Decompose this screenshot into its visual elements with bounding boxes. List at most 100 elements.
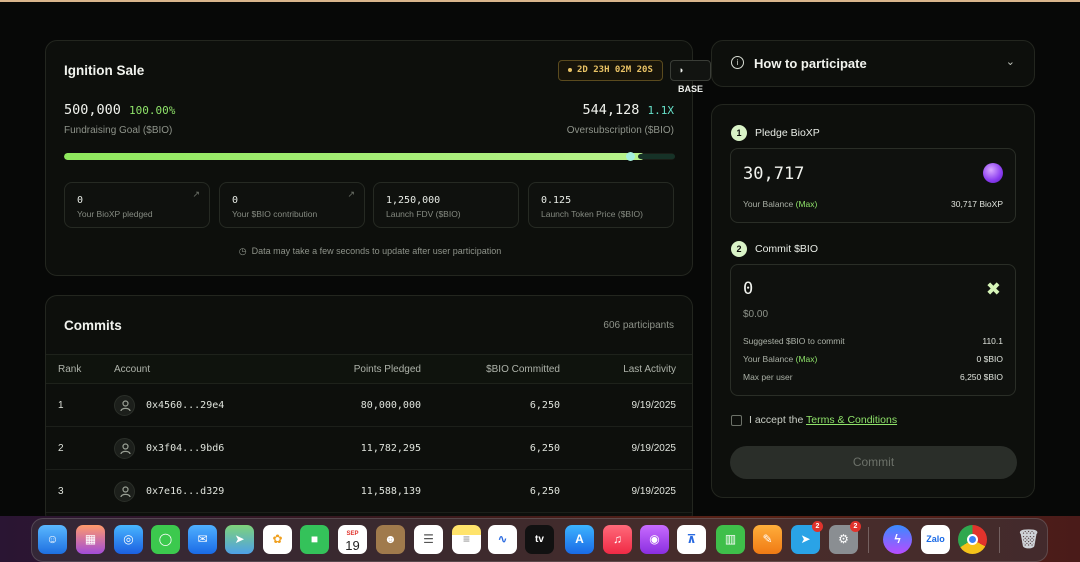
commit-input-box[interactable]: 0 ✖ $0.00 Suggested $BIO to commit 110.1… [730,264,1016,396]
terms-text: I accept the Terms & Conditions [749,414,898,426]
suggested-label: Suggested $BIO to commit [743,336,845,346]
max-button[interactable]: (Max) [796,354,818,364]
bio-cell: 6,250 [529,486,560,497]
system-settings-icon[interactable]: ⚙ 2 [829,521,861,554]
app-store-icon[interactable]: A [565,525,594,554]
countdown-timer: 2D 23H 02M 20S [558,60,663,81]
account-cell[interactable]: 0x3f04...9bd6 [146,443,224,454]
chain-badge: ◑ BASE [670,60,712,94]
reminders-icon[interactable]: ☰ [414,525,443,554]
oversub-multiplier: 1.1X [647,104,675,117]
header-account: Account [114,364,151,375]
chevron-down-icon: ⌄ [1005,56,1015,68]
keynote-icon[interactable]: ⊼ [677,525,706,554]
date-cell: 9/19/2025 [631,443,677,454]
freeform-icon[interactable]: ∿ [488,525,517,554]
step-1-badge: 1 [731,125,747,141]
progress-marker [626,152,635,161]
stat-value: 0.125 [541,195,572,206]
user-avatar-icon [114,481,135,502]
oversub-label: Oversubscription ($BIO) [566,125,674,136]
safari-icon[interactable]: ◎ [114,525,143,554]
messages-icon[interactable]: ◯ [151,525,180,554]
commits-card: Commits 606 participants Rank Account Po… [45,295,693,525]
progress-bar [64,153,675,160]
pledge-input-box[interactable]: 30,717 Your Balance (Max) 30,717 BioXP [730,148,1016,223]
stat-bioxp-pledged[interactable]: 0 Your BioXP pledged ↗ [64,182,210,228]
mail-icon[interactable]: ✉ [188,525,217,554]
header-bio: $BIO Committed [486,364,560,375]
commit-usd: $0.00 [743,309,769,320]
oversub-row: 544,128 1.1X [582,102,674,118]
bio-token-icon: ✖ [985,279,1001,299]
rank-cell: 2 [58,443,64,454]
max-button[interactable]: (Max) [796,199,818,209]
stat-bio-contribution[interactable]: 0 Your $BIO contribution ↗ [219,182,365,228]
finder-icon[interactable]: ☺ [38,525,67,554]
goal-label: Fundraising Goal ($BIO) [64,125,173,136]
ignition-sale-card: Ignition Sale 2D 23H 02M 20S ◑ BASE 500,… [45,40,712,276]
date-cell: 9/19/2025 [631,400,677,411]
notification-badge: 2 [812,521,823,532]
suggested-value[interactable]: 110.1 [982,336,1003,346]
goal-percent: 100.00% [129,104,176,117]
maps-icon[interactable]: ➤ [225,525,254,554]
balance-value: 30,717 BioXP [951,199,1003,209]
podcasts-icon[interactable]: ◉ [640,525,669,554]
calendar-icon[interactable]: SEP 19 [338,525,367,554]
suggested-row: Suggested $BIO to commit 110.1 [743,336,1003,346]
goal-value-row: 500,000 100.00% [64,102,175,118]
dock-separator [868,527,869,553]
user-avatar-icon [114,395,135,416]
base-logo-icon: ◑ [678,65,684,75]
commit-input[interactable]: 0 [743,279,753,299]
facetime-icon[interactable]: ■ [300,525,329,554]
timer-dot-icon [568,67,572,72]
bio-cell: 6,250 [529,400,560,411]
header-rank: Rank [58,364,82,375]
max-per-user-label: Max per user [743,372,793,382]
music-icon[interactable]: ♫ [603,525,632,554]
max-per-user-row: Max per user 6,250 $BIO [743,372,1003,382]
update-note: ◷ Data may take a few seconds to update … [238,246,502,256]
commit-button[interactable]: Commit [730,446,1017,479]
pledge-balance-row: Your Balance (Max) 30,717 BioXP [743,199,1003,209]
rank-cell: 1 [58,400,64,411]
telegram-icon[interactable]: ➤ 2 [791,521,823,554]
how-to-participate-toggle[interactable]: i How to participate ⌄ [711,40,1035,87]
terms-checkbox[interactable] [731,415,742,426]
contacts-icon[interactable]: ☻ [376,525,405,554]
user-avatar-icon [114,438,135,459]
stat-value: 1,250,000 [386,195,441,206]
stat-launch-fdv: 1,250,000 Launch FDV ($BIO) [373,182,519,228]
rank-cell: 3 [58,486,64,497]
commits-title: Commits [64,318,122,333]
zalo-icon[interactable]: Zalo [921,525,950,554]
clock-icon: ◷ [238,246,247,256]
chrome-icon[interactable] [958,525,987,554]
header-points: Points Pledged [353,364,421,375]
terms-link[interactable]: Terms & Conditions [806,414,897,426]
numbers-icon[interactable]: ▥ [716,525,745,554]
pledge-input[interactable]: 30,717 [743,164,804,184]
stat-value: 0 [232,195,239,206]
account-cell[interactable]: 0x7e16...d329 [146,486,224,497]
table-row[interactable]: 1 0x4560...29e4 80,000,000 6,250 9/19/20… [46,384,692,427]
notes-icon[interactable]: ≡ [452,525,481,554]
table-row[interactable]: 3 0x7e16...d329 11,588,139 6,250 9/19/20… [46,470,692,513]
table-row[interactable]: 2 0x3f04...9bd6 11,782,295 6,250 9/19/20… [46,427,692,470]
balance-label: Your Balance [743,354,794,364]
pages-icon[interactable]: ✎ [753,525,782,554]
photos-icon[interactable]: ✿ [263,525,292,554]
points-cell: 11,588,139 [360,486,421,497]
account-cell[interactable]: 0x4560...29e4 [146,400,224,411]
date-cell: 9/19/2025 [631,486,677,497]
launchpad-icon[interactable]: ▦ [76,525,105,554]
dock-separator [999,527,1000,553]
trash-icon[interactable]: 🗑 [1014,525,1043,554]
progress-fill [64,153,645,160]
bio-cell: 6,250 [529,443,560,454]
apple-tv-icon[interactable]: tv [525,525,554,554]
oversub-track [638,154,675,159]
messenger-icon[interactable]: ϟ [883,525,912,554]
